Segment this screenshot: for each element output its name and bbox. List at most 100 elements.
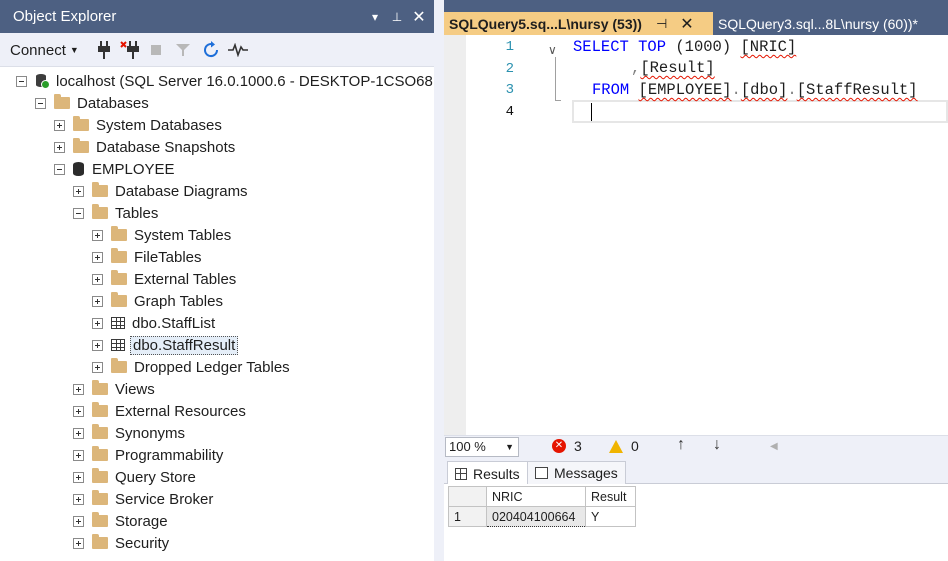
expand-icon[interactable] xyxy=(92,361,103,373)
expand-icon[interactable] xyxy=(73,427,84,439)
tab-sqlquery3[interactable]: SQLQuery3.sql...8L\nursy (60))* xyxy=(718,12,918,35)
tree-node-databases[interactable]: Databases xyxy=(35,92,149,114)
next-issue-arrow-down-icon[interactable]: ↓ xyxy=(713,436,721,454)
column-header[interactable]: Result xyxy=(585,486,636,507)
expand-icon[interactable] xyxy=(73,493,84,505)
line-number: 4 xyxy=(505,104,514,120)
tab-sqlquery5[interactable]: SQLQuery5.sq...L\nursy (53)) ⊣ ✕ xyxy=(444,12,713,35)
connect-button[interactable]: Connect ▼ xyxy=(10,39,79,61)
sql-comma: , xyxy=(631,59,641,77)
expand-icon[interactable] xyxy=(73,185,84,197)
collapse-region-icon[interactable]: ∨ xyxy=(548,43,557,57)
pin-icon[interactable]: ⊥ xyxy=(386,10,408,24)
tree-node-label: FileTables xyxy=(134,248,202,266)
tree-node-query-store[interactable]: Query Store xyxy=(73,466,196,488)
expand-icon[interactable] xyxy=(73,515,84,527)
tree-node-label: System Tables xyxy=(134,226,232,244)
expand-icon[interactable] xyxy=(73,405,84,417)
sql-identifier: [NRIC] xyxy=(740,38,797,56)
tree-node-staff-result[interactable]: dbo.StaffResult xyxy=(92,334,239,356)
zoom-dropdown[interactable]: 100 % ▼ xyxy=(445,437,519,457)
expand-icon[interactable] xyxy=(54,119,65,131)
tree-node-label: Programmability xyxy=(115,446,224,464)
messages-icon xyxy=(535,467,548,479)
query-editor[interactable]: 1 2 3 4 ∨ SELECT TOP (1000) [NRIC] ,[Res… xyxy=(444,35,948,435)
collapse-icon[interactable] xyxy=(73,207,84,219)
current-line-highlight xyxy=(572,100,948,123)
tree-node-label: External Resources xyxy=(115,402,246,420)
filter-icon[interactable] xyxy=(175,39,191,61)
collapse-icon[interactable] xyxy=(54,163,65,175)
row-number[interactable]: 1 xyxy=(448,506,487,527)
sql-keyword: SELECT xyxy=(573,38,629,56)
expand-icon[interactable] xyxy=(73,471,84,483)
expand-icon[interactable] xyxy=(92,229,103,241)
tree-node-database-snapshots[interactable]: Database Snapshots xyxy=(54,136,235,158)
window-position-dropdown-icon[interactable]: ▾ xyxy=(364,10,386,24)
warning-count[interactable]: 0 xyxy=(609,438,639,454)
row-number-header[interactable] xyxy=(448,486,487,507)
column-header[interactable]: NRIC xyxy=(486,486,586,507)
stop-icon[interactable] xyxy=(149,39,163,61)
tree-node-database-diagrams[interactable]: Database Diagrams xyxy=(73,180,248,202)
error-count[interactable]: ✕ 3 xyxy=(552,438,582,454)
previous-issue-arrow-up-icon[interactable]: ↑ xyxy=(677,436,685,454)
panel-splitter[interactable] xyxy=(434,0,444,561)
grid-icon xyxy=(455,467,467,480)
tree-node-external-resources[interactable]: External Resources xyxy=(73,400,246,422)
tab-label: SQLQuery3.sql...8L\nursy (60))* xyxy=(718,15,918,32)
expand-icon[interactable] xyxy=(92,251,103,263)
tree-node-synonyms[interactable]: Synonyms xyxy=(73,422,185,444)
tree-node-server[interactable]: localhost (SQL Server 16.0.1000.6 - DESK… xyxy=(16,70,434,92)
scroll-left-icon[interactable]: ◀ xyxy=(770,441,778,452)
grid-cell[interactable]: Y xyxy=(585,506,636,527)
tree-node-label: Storage xyxy=(115,512,168,530)
disconnect-icon[interactable] xyxy=(120,39,140,61)
document-tab-strip: SQLQuery5.sq...L\nursy (53)) ⊣ ✕ SQLQuer… xyxy=(444,0,948,35)
connect-plug-icon[interactable] xyxy=(96,39,112,61)
expand-icon[interactable] xyxy=(92,317,103,329)
expand-icon[interactable] xyxy=(73,537,84,549)
chevron-down-icon: ▼ xyxy=(69,45,79,55)
tab-results[interactable]: Results xyxy=(447,461,528,485)
folder-icon xyxy=(54,94,70,109)
folder-icon xyxy=(111,226,127,241)
tree-node-programmability[interactable]: Programmability xyxy=(73,444,223,466)
tree-node-external-tables[interactable]: External Tables xyxy=(92,268,236,290)
refresh-icon[interactable] xyxy=(200,39,222,61)
text-caret xyxy=(591,103,592,121)
tree-node-filetables[interactable]: FileTables xyxy=(92,246,202,268)
line-number: 3 xyxy=(505,82,514,98)
expand-icon[interactable] xyxy=(92,339,103,351)
activity-monitor-icon[interactable] xyxy=(228,39,248,61)
expand-icon[interactable] xyxy=(73,383,84,395)
tree-node-label: Graph Tables xyxy=(134,292,223,310)
folder-icon xyxy=(92,468,108,483)
tree-node-system-databases[interactable]: System Databases xyxy=(54,114,222,136)
close-icon[interactable]: ✕ xyxy=(408,7,430,27)
expand-icon[interactable] xyxy=(54,141,65,153)
tree-node-system-tables[interactable]: System Tables xyxy=(92,224,231,246)
expand-icon[interactable] xyxy=(92,295,103,307)
grid-cell[interactable]: 020404100664 xyxy=(486,506,586,527)
tree-node-security[interactable]: Security xyxy=(73,532,169,554)
warning-icon xyxy=(609,439,623,453)
collapse-icon[interactable] xyxy=(16,75,27,87)
tree-node-tables[interactable]: Tables xyxy=(73,202,158,224)
tree-node-storage[interactable]: Storage xyxy=(73,510,168,532)
folder-icon xyxy=(111,292,127,307)
expand-icon[interactable] xyxy=(92,273,103,285)
tree-node-graph-tables[interactable]: Graph Tables xyxy=(92,290,223,312)
expand-icon[interactable] xyxy=(73,449,84,461)
tree-node-employee[interactable]: EMPLOYEE xyxy=(54,158,175,180)
tree-node-dropped-ledger-tables[interactable]: Dropped Ledger Tables xyxy=(92,356,290,378)
code-line-1: SELECT TOP (1000) [NRIC] xyxy=(573,38,796,56)
tab-messages[interactable]: Messages xyxy=(527,461,626,484)
tree-node-views[interactable]: Views xyxy=(73,378,155,400)
close-icon[interactable]: ✕ xyxy=(680,14,693,34)
grid-header-row: NRIC Result xyxy=(448,486,636,507)
pin-icon[interactable]: ⊣ xyxy=(656,16,667,32)
collapse-icon[interactable] xyxy=(35,97,46,109)
tree-node-staff-list[interactable]: dbo.StaffList xyxy=(92,312,215,334)
tree-node-service-broker[interactable]: Service Broker xyxy=(73,488,213,510)
